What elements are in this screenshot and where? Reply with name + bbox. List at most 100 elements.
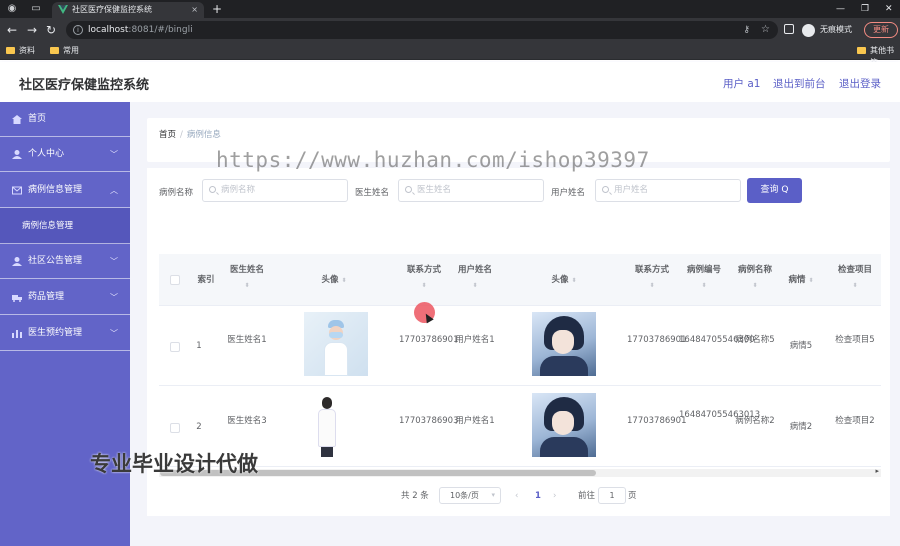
cell-index: 1 xyxy=(196,341,202,351)
key-icon[interactable]: ⚷ xyxy=(743,21,750,39)
placeholder: 医生姓名 xyxy=(417,185,452,195)
sort-icon[interactable]: ⬍ xyxy=(223,282,271,290)
current-user-link[interactable]: 用户 a1 xyxy=(723,76,760,91)
prev-page-button[interactable]: ‹ xyxy=(515,489,518,503)
watermark-text: https://www.huzhan.com/ishop39397 xyxy=(216,148,650,172)
table-header: 索引 医生姓名 ⬍ 头像 ⬍ 联系方式 ⬍ 用户姓名 ⬍ 头像 ⬍ 联系方式 ⬍ 病例编… xyxy=(159,254,881,306)
sidebar-item-label: 病例信息管理 xyxy=(28,185,83,195)
row-checkbox[interactable] xyxy=(170,423,180,433)
bookmark-folder[interactable]: 资料 xyxy=(6,45,35,57)
breadcrumb: 首页 / 病例信息 xyxy=(159,128,221,140)
sort-icon[interactable]: ⬍ xyxy=(450,282,500,290)
scroll-right-icon[interactable]: ▸ xyxy=(875,467,879,475)
sidebar-item-label: 首页 xyxy=(28,114,47,124)
breadcrumb-home[interactable]: 首页 xyxy=(159,130,176,140)
sidebar-item-notice[interactable]: 社区公告管理 ﹀ xyxy=(0,244,130,279)
home-icon xyxy=(12,115,22,124)
sort-icon[interactable]: ⬍ xyxy=(831,282,879,290)
incognito-profile[interactable]: 无痕模式 xyxy=(802,22,852,38)
row-checkbox[interactable] xyxy=(170,342,180,352)
bookmark-folder[interactable]: 常用 xyxy=(50,45,79,57)
site-info-icon[interactable]: i xyxy=(73,25,83,35)
truck-icon xyxy=(12,295,22,302)
filter-label-case-name: 病例名称 xyxy=(159,188,194,198)
sort-icon[interactable]: ⬍ xyxy=(399,282,449,290)
cell-case-name: 病例名称2 xyxy=(735,416,775,426)
header-label: 病例编号 xyxy=(686,265,721,275)
header-label: 用户姓名 xyxy=(457,265,492,275)
chevron-down-icon: ﹀ xyxy=(110,293,118,302)
header-exam[interactable]: 检查项目 ⬍ xyxy=(831,264,879,290)
sidebar-item-profile[interactable]: 个人中心 ﹀ xyxy=(0,137,130,172)
page-number-current[interactable]: 1 xyxy=(535,489,541,503)
header-user-name[interactable]: 用户姓名 ⬍ xyxy=(450,264,500,290)
sort-icon[interactable]: ⬍ xyxy=(627,282,677,290)
goto-page-input[interactable]: 1 xyxy=(598,487,626,504)
header-label: 头像 xyxy=(321,275,339,285)
sidebar-subitem-case-management[interactable]: 病例信息管理 xyxy=(0,208,130,244)
side-panel-icon[interactable] xyxy=(784,24,794,34)
promo-text: 专业毕业设计代做 xyxy=(90,452,258,476)
bookmark-star-icon[interactable]: ☆ xyxy=(761,21,770,39)
browser-menu-icon[interactable]: ◉ xyxy=(6,3,18,15)
reload-icon[interactable]: ↻ xyxy=(46,23,56,37)
folder-icon xyxy=(50,47,59,54)
header-contact-2[interactable]: 联系方式 ⬍ xyxy=(627,264,677,290)
folder-icon xyxy=(857,47,866,54)
goto-suffix: 页 xyxy=(628,491,637,501)
doctor-name-search-input[interactable]: 医生姓名 xyxy=(398,179,544,202)
sort-icon[interactable]: ⬍ xyxy=(679,282,729,290)
header-case-no[interactable]: 病例编号 ⬍ xyxy=(679,264,729,290)
table-row[interactable]: 2 医生姓名3 17703786903 用户姓名1 17703786901 16… xyxy=(159,387,881,467)
cell-condition: 病情2 xyxy=(789,422,813,432)
sidebar-item-home[interactable]: 首页 xyxy=(0,102,130,137)
sidebar-item-case-management[interactable]: 病例信息管理 ︿ xyxy=(0,173,130,208)
cell-contact-2: 17703786901 xyxy=(627,416,687,426)
back-to-frontend-link[interactable]: 退出到前台 xyxy=(773,76,826,91)
sort-icon[interactable]: ⬍ xyxy=(730,282,780,290)
tab-close-icon[interactable]: × xyxy=(191,2,198,18)
filter-label-user-name: 用户姓名 xyxy=(551,188,586,198)
sidebar-item-label: 社区公告管理 xyxy=(28,256,83,266)
header-case-name[interactable]: 病例名称 ⬍ xyxy=(730,264,780,290)
page-size-select[interactable]: 10条/页 ▾ xyxy=(439,487,501,504)
tab-search-icon[interactable]: ▭ xyxy=(30,3,42,15)
header-label: 病例名称 xyxy=(737,265,772,275)
header-condition[interactable]: 病情 ⬍ xyxy=(779,274,823,287)
sort-icon[interactable]: ⬍ xyxy=(808,277,813,284)
sidebar-item-appointment[interactable]: 医生预约管理 ﹀ xyxy=(0,316,130,351)
next-page-button[interactable]: › xyxy=(553,489,556,503)
sort-icon[interactable]: ⬍ xyxy=(341,277,346,284)
header-avatar-2[interactable]: 头像 ⬍ xyxy=(529,274,599,287)
header-contact-1[interactable]: 联系方式 ⬍ xyxy=(399,264,449,290)
restore-icon[interactable]: ❐ xyxy=(861,1,869,17)
new-tab-button[interactable]: + xyxy=(212,1,222,17)
select-all-checkbox[interactable] xyxy=(170,275,180,285)
forward-icon[interactable]: → xyxy=(27,23,37,37)
sidebar-item-medicine[interactable]: 药品管理 ﹀ xyxy=(0,280,130,315)
chevron-down-icon: ﹀ xyxy=(110,257,118,266)
minimize-icon[interactable]: — xyxy=(836,1,845,17)
app-title: 社区医疗保健监控系统 xyxy=(19,78,150,93)
header-doctor-name[interactable]: 医生姓名 ⬍ xyxy=(223,264,271,290)
table-horizontal-scrollbar[interactable]: ▸ xyxy=(159,467,881,477)
header-label: 病情 xyxy=(788,275,806,285)
update-button[interactable]: 更新 xyxy=(864,22,898,38)
sidebar-item-label: 个人中心 xyxy=(28,149,65,159)
sort-icon[interactable]: ⬍ xyxy=(571,277,576,284)
back-icon[interactable]: ← xyxy=(7,23,17,37)
header-avatar-1[interactable]: 头像 ⬍ xyxy=(299,274,369,287)
address-bar[interactable]: i localhost:8081/#/bingli ⚷ ☆ xyxy=(66,21,778,39)
browser-tab[interactable]: 社区医疗保健监控系统 × xyxy=(52,2,204,18)
case-name-search-input[interactable]: 病例名称 xyxy=(202,179,348,202)
vue-logo-icon xyxy=(58,5,68,14)
cell-contact-1: 17703786901 xyxy=(399,335,459,345)
app-header: 社区医疗保健监控系统 用户 a1 退出到前台 退出登录 xyxy=(0,62,900,102)
table-row[interactable]: 1 医生姓名1 17703786901 用户姓名1 17703786901 16… xyxy=(159,306,881,386)
search-button[interactable]: 查询 Q xyxy=(747,178,802,203)
header-label: 头像 xyxy=(551,275,569,285)
logout-link[interactable]: 退出登录 xyxy=(839,76,881,91)
cell-doctor-name: 医生姓名1 xyxy=(227,335,267,345)
close-window-icon[interactable]: ✕ xyxy=(885,1,893,17)
user-name-search-input[interactable]: 用户姓名 xyxy=(595,179,741,202)
